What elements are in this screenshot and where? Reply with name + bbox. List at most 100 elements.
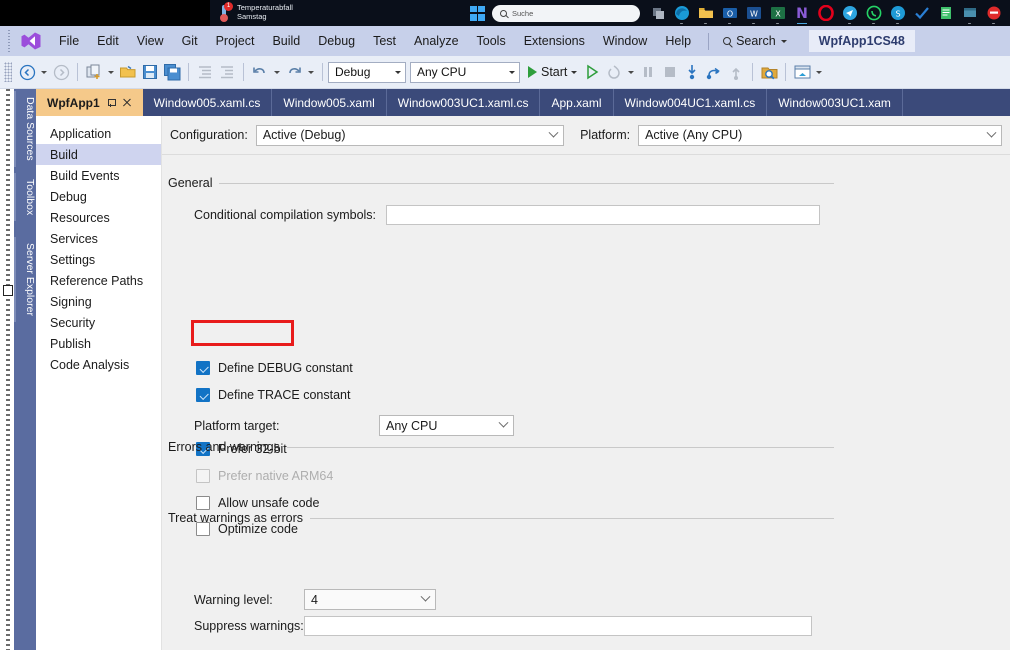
menu-item-view[interactable]: View xyxy=(128,29,173,53)
tab-window005-xaml[interactable]: Window005.xaml xyxy=(272,89,387,116)
warning-level-dropdown[interactable]: 4 xyxy=(304,589,436,610)
define-trace-checkbox[interactable] xyxy=(196,388,210,402)
skype-icon[interactable]: S xyxy=(890,5,906,24)
start-debug-button[interactable]: Start xyxy=(524,65,581,79)
menu-item-edit[interactable]: Edit xyxy=(88,29,128,53)
configuration-platform-row: Configuration: Active (Debug) Platform: … xyxy=(162,116,1010,155)
define-debug-row[interactable]: Define DEBUG constant xyxy=(196,361,353,375)
solution-platform-dropdown[interactable]: Any CPU xyxy=(410,61,520,83)
notepad-icon[interactable] xyxy=(938,5,954,21)
outlook-icon[interactable]: O xyxy=(722,5,738,24)
excel-icon[interactable]: X xyxy=(770,5,786,24)
nav-item-build[interactable]: Build xyxy=(36,144,161,165)
start-without-debugging-icon[interactable] xyxy=(581,61,603,83)
taskbar-weather-widget[interactable]: 1 Temperaturabfall Samstag xyxy=(210,0,470,26)
chevron-down-icon[interactable] xyxy=(108,70,114,74)
tab-window003uc1-xaml-cs[interactable]: Window003UC1.xaml.cs xyxy=(387,89,541,116)
task-view-icon[interactable] xyxy=(650,5,666,21)
configuration-dropdown[interactable]: Active (Debug) xyxy=(255,124,565,146)
nav-item-signing[interactable]: Signing xyxy=(36,291,161,312)
menu-item-debug[interactable]: Debug xyxy=(309,29,364,53)
close-icon[interactable] xyxy=(123,98,132,107)
record-icon[interactable] xyxy=(986,5,1002,24)
chevron-down-icon xyxy=(509,70,515,74)
chevron-down-icon[interactable] xyxy=(628,70,635,74)
windows-start-icon[interactable] xyxy=(470,5,485,21)
define-trace-row[interactable]: Define TRACE constant xyxy=(196,388,350,402)
step-into-icon[interactable] xyxy=(681,61,703,83)
nav-item-reference-paths[interactable]: Reference Paths xyxy=(36,270,161,291)
define-debug-checkbox[interactable] xyxy=(196,361,210,375)
new-project-icon[interactable] xyxy=(83,61,105,83)
undo-icon[interactable] xyxy=(249,61,271,83)
chevron-down-icon[interactable] xyxy=(274,70,280,74)
tab-window004uc1-xaml-cs[interactable]: Window004UC1.xaml.cs xyxy=(614,89,768,116)
nav-item-application[interactable]: Application xyxy=(36,123,161,144)
suppress-warnings-input[interactable] xyxy=(304,616,812,636)
menu-item-help[interactable]: Help xyxy=(656,29,700,53)
word-icon[interactable]: W xyxy=(746,5,762,24)
file-explorer-icon[interactable] xyxy=(698,5,714,24)
checkmark-icon[interactable] xyxy=(914,5,930,21)
nav-item-settings[interactable]: Settings xyxy=(36,249,161,270)
solution-configuration-dropdown[interactable]: Debug xyxy=(328,61,406,83)
menu-item-build[interactable]: Build xyxy=(263,29,309,53)
tab-window003uc1-xaml[interactable]: Window003UC1.xam xyxy=(767,89,903,116)
menu-item-analyze[interactable]: Analyze xyxy=(405,29,467,53)
nav-item-build-events[interactable]: Build Events xyxy=(36,165,161,186)
opera-icon[interactable] xyxy=(818,4,834,22)
menu-item-project[interactable]: Project xyxy=(207,29,264,53)
telegram-icon[interactable] xyxy=(842,5,858,24)
redo-icon[interactable] xyxy=(283,61,305,83)
navigate-forward-icon[interactable] xyxy=(50,61,72,83)
menu-bar-grip[interactable] xyxy=(4,30,14,52)
find-in-files-icon[interactable] xyxy=(758,61,780,83)
chevron-down-icon[interactable] xyxy=(41,70,47,74)
pin-icon[interactable] xyxy=(107,98,116,107)
nav-item-debug[interactable]: Debug xyxy=(36,186,161,207)
vertical-tab-data-sources[interactable]: Data Sources xyxy=(14,91,36,167)
conditional-symbols-input[interactable] xyxy=(386,205,821,225)
taskbar-search-box[interactable]: Suche xyxy=(492,4,640,22)
menu-item-tools[interactable]: Tools xyxy=(468,29,515,53)
tab-app-xaml[interactable]: App.xaml xyxy=(540,89,614,116)
allow-unsafe-code-checkbox[interactable] xyxy=(196,496,210,510)
vertical-tab-toolbox[interactable]: Toolbox xyxy=(14,173,36,222)
solution-explorer-icon[interactable] xyxy=(791,61,813,83)
step-over-icon[interactable] xyxy=(703,61,725,83)
nav-item-security[interactable]: Security xyxy=(36,312,161,333)
allow-unsafe-code-row[interactable]: Allow unsafe code xyxy=(196,496,319,510)
toolbar-grip[interactable] xyxy=(4,62,12,82)
whatsapp-icon[interactable] xyxy=(866,5,882,24)
edge-icon[interactable] xyxy=(674,5,690,24)
open-file-icon[interactable] xyxy=(117,61,139,83)
toolbar-divider xyxy=(752,63,754,81)
tab-window005-xaml-cs[interactable]: Window005.xaml.cs xyxy=(143,89,273,116)
platform-target-dropdown[interactable]: Any CPU xyxy=(379,415,514,436)
rail-resize-handle[interactable] xyxy=(3,285,13,296)
nav-item-code-analysis[interactable]: Code Analysis xyxy=(36,354,161,375)
chevron-down-icon[interactable] xyxy=(308,70,314,74)
menu-item-git[interactable]: Git xyxy=(173,29,207,53)
menu-item-test[interactable]: Test xyxy=(364,29,405,53)
onenote-icon[interactable]: N xyxy=(794,5,810,24)
tab-wpfapp1-properties[interactable]: WpfApp1 xyxy=(36,89,143,116)
remote-desktop-icon[interactable] xyxy=(962,5,978,24)
navigate-backward-icon[interactable] xyxy=(16,61,38,83)
decrease-indent-icon[interactable] xyxy=(194,61,216,83)
platform-dropdown[interactable]: Active (Any CPU) xyxy=(638,124,1002,146)
nav-item-services[interactable]: Services xyxy=(36,228,161,249)
increase-indent-icon[interactable] xyxy=(216,61,238,83)
nav-item-publish[interactable]: Publish xyxy=(36,333,161,354)
menu-item-window[interactable]: Window xyxy=(594,29,656,53)
menu-item-file[interactable]: File xyxy=(50,29,88,53)
save-all-icon[interactable] xyxy=(161,61,183,83)
hot-reload-icon[interactable] xyxy=(603,61,625,83)
vs-search-button[interactable]: Search xyxy=(717,30,793,52)
menu-item-extensions[interactable]: Extensions xyxy=(515,29,594,53)
conditional-symbols-label: Conditional compilation symbols: xyxy=(194,208,377,222)
vertical-tab-server-explorer[interactable]: Server Explorer xyxy=(14,237,36,322)
nav-item-resources[interactable]: Resources xyxy=(36,207,161,228)
toolbar-overflow-icon[interactable] xyxy=(816,70,823,74)
save-icon[interactable] xyxy=(139,61,161,83)
